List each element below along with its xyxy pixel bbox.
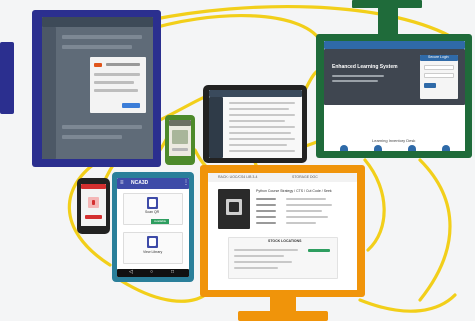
recents-icon[interactable]: □ [171, 270, 174, 275]
red-phone [77, 178, 110, 234]
monitor-screen [42, 17, 153, 159]
login-button[interactable] [424, 83, 436, 88]
password-field[interactable] [424, 73, 454, 78]
available-badge: Available [151, 219, 170, 224]
username-field[interactable] [424, 65, 454, 70]
app-title: NCA3D [131, 180, 149, 186]
device-network-illustration: Enhanced Learning System Secure Login Le… [0, 0, 475, 321]
footer-title: Learning Inventory Desk [372, 138, 416, 143]
scan-label: Scan QR [145, 210, 160, 214]
back-icon[interactable]: ◁ [129, 270, 133, 275]
header-left: RACK: UOC/CS4 LIB 3-4 [218, 175, 258, 179]
left-monitor [0, 0, 165, 170]
teal-phone: NCA3D ≡ ⋮ Scan QR Available View Library… [112, 172, 194, 282]
home-icon[interactable]: ○ [150, 270, 153, 275]
monitor-screen: Enhanced Learning System Secure Login Le… [324, 41, 465, 151]
library-label: View Library [143, 250, 163, 254]
page-heading: Enhanced Learning System [332, 64, 398, 70]
monitor-stand [352, 0, 422, 8]
menu-icon[interactable]: ≡ [120, 180, 124, 186]
tablet [203, 85, 307, 163]
phone-screen [169, 120, 191, 156]
header-right: STORAGE DOC [292, 175, 318, 179]
more-icon[interactable]: ⋮ [183, 180, 189, 186]
tablet-screen [209, 90, 302, 158]
small-phone [165, 115, 195, 165]
login-title: Secure Login [428, 55, 449, 59]
book-title: Python Course Strategy / CTS / Cut Code … [256, 189, 332, 193]
monitor-stand [238, 311, 328, 321]
bottom-monitor: RACK: UOC/CS4 LIB 3-4 STORAGE DOC Python… [200, 165, 365, 321]
right-monitor: Enhanced Learning System Secure Login Le… [312, 0, 475, 162]
monitor-screen: RACK: UOC/CS4 LIB 3-4 STORAGE DOC Python… [208, 173, 357, 290]
monitor-neck [378, 8, 398, 34]
app-bar [117, 178, 189, 189]
phone-screen [81, 184, 106, 226]
phone-screen: NCA3D ≡ ⋮ Scan QR Available View Library… [117, 178, 189, 277]
section-title: STOCK LOCATIONS [268, 239, 302, 243]
status-indicator [308, 249, 330, 252]
monitor-stand [0, 42, 14, 114]
monitor-neck [270, 297, 296, 311]
